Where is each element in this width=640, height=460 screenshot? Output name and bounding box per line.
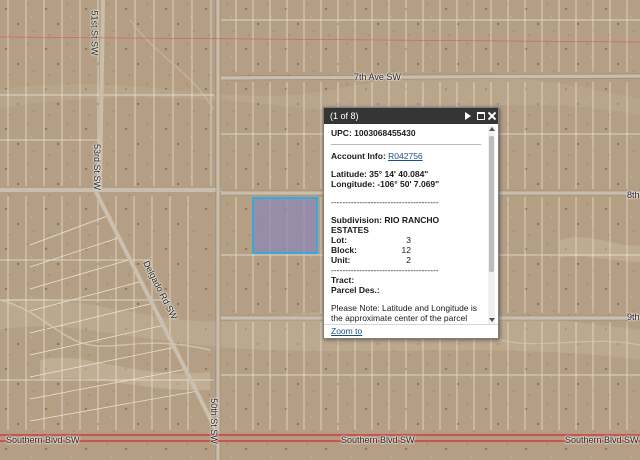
unit-label: Unit: bbox=[331, 255, 351, 265]
road-label-8th: 8th bbox=[627, 190, 640, 200]
note-line-2: the approximate center of the parcel bbox=[331, 313, 468, 323]
parcel-des-line: Parcel Des.: bbox=[331, 285, 380, 295]
tract-line: Tract: bbox=[331, 275, 355, 285]
lot-value: 3 bbox=[406, 235, 411, 245]
aerial-imagery bbox=[0, 0, 640, 460]
close-icon[interactable] bbox=[486, 108, 498, 124]
zoom-to-link[interactable]: Zoom to bbox=[331, 326, 362, 336]
road-label-50th: 50th St SW bbox=[208, 398, 219, 444]
block-value: 12 bbox=[401, 245, 411, 255]
upc-line: UPC: 1003068455430 bbox=[331, 126, 481, 145]
latitude-line: Latitude: 35° 14' 40.084" bbox=[331, 169, 429, 179]
subdivision-line-1: Subdivision: RIO RANCHO bbox=[331, 215, 440, 225]
separator-2: -------------------------------------- bbox=[331, 265, 439, 275]
next-feature-button[interactable] bbox=[462, 108, 474, 124]
road-label-southern-mid: Southern Blvd SW bbox=[341, 435, 415, 445]
separator: -------------------------------------- bbox=[331, 197, 439, 207]
subdivision-line-2: ESTATES bbox=[331, 225, 369, 235]
terrain-background bbox=[0, 0, 640, 460]
popup-content[interactable]: UPC: 1003068455430 Account Info: R042756… bbox=[331, 126, 481, 324]
note-line-1: Please Note: Latitude and Longitude is bbox=[331, 303, 478, 313]
road-label-53rd: 53rd St SW bbox=[92, 143, 103, 191]
account-label: Account Info: bbox=[331, 151, 389, 161]
map-view[interactable]: 7th Ave SW 8th 9th 51st St SW 53rd St SW… bbox=[0, 0, 640, 460]
lot-label: Lot: bbox=[331, 235, 348, 245]
block-row: Block: 12 bbox=[331, 245, 481, 255]
scroll-thumb[interactable] bbox=[489, 136, 494, 272]
popup-counter: (1 of 8) bbox=[330, 111, 359, 121]
account-info-row: Account Info: R042756 bbox=[331, 151, 481, 161]
scroll-up-arrow-icon[interactable] bbox=[489, 127, 495, 131]
unit-row: Unit: 2 bbox=[331, 255, 481, 265]
road-label-southern-right: Southern Blvd SW bbox=[565, 435, 639, 445]
road-label-southern-left: Southern Blvd SW bbox=[6, 435, 80, 445]
road-label-51st: 51st St SW bbox=[89, 10, 100, 56]
selected-parcel bbox=[252, 197, 318, 254]
road-label-9th: 9th bbox=[627, 312, 640, 322]
longitude-line: Longitude: -106° 50' 7.069" bbox=[331, 179, 440, 189]
popup-header: (1 of 8) bbox=[324, 108, 498, 124]
popup-scrollbar[interactable] bbox=[488, 126, 495, 324]
parcel-info-popup: (1 of 8) UPC: 1003068455430 Account Info… bbox=[323, 107, 499, 339]
lot-row: Lot: 3 bbox=[331, 235, 481, 245]
account-link[interactable]: R042756 bbox=[388, 151, 423, 161]
scroll-down-arrow-icon[interactable] bbox=[489, 318, 495, 322]
block-label: Block: bbox=[331, 245, 357, 255]
unit-value: 2 bbox=[406, 255, 411, 265]
road-label-7th-ave: 7th Ave SW bbox=[354, 72, 401, 82]
popup-footer-divider bbox=[324, 324, 498, 325]
